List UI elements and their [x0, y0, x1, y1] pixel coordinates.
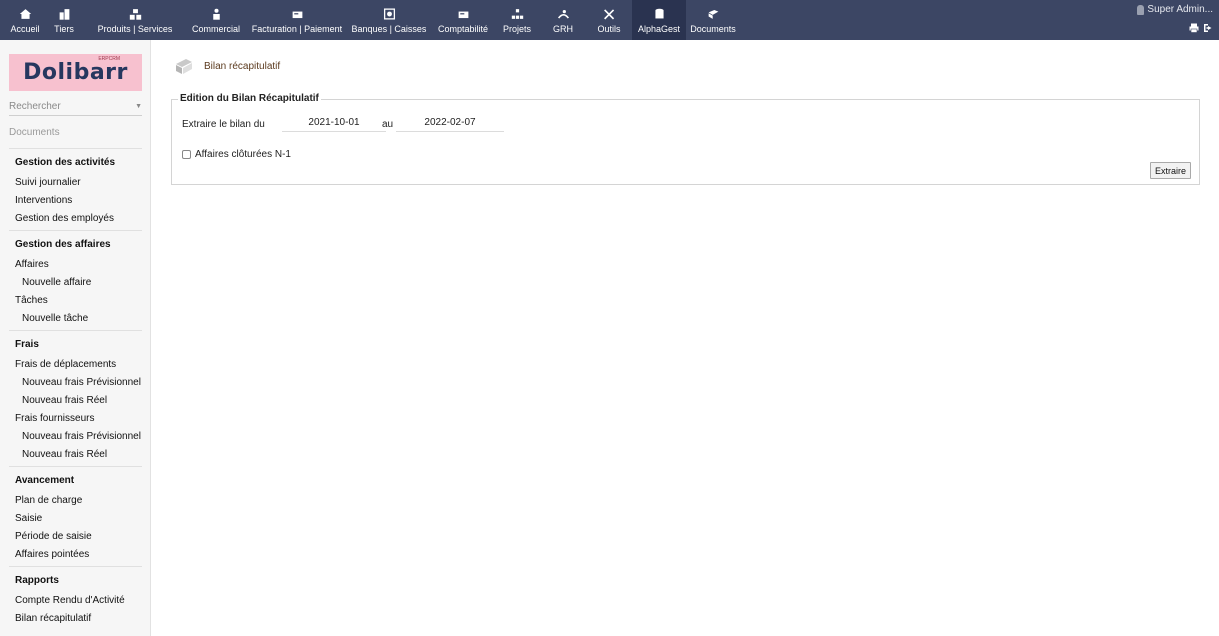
- menu-label: Documents: [690, 24, 736, 34]
- print-icon[interactable]: [1189, 23, 1199, 36]
- user-avatar-icon: [1137, 4, 1145, 15]
- logout-icon[interactable]: [1203, 23, 1213, 36]
- closed-affairs-checkbox[interactable]: [182, 150, 191, 159]
- main-content: Bilan récapitulatif Edition du Bilan Réc…: [152, 40, 1219, 636]
- sidebar-link-frais-fournisseurs[interactable]: Frais fournisseurs: [15, 413, 94, 424]
- suitcase-person-icon: [208, 7, 224, 21]
- ledger-icon: [455, 7, 471, 21]
- menu-produits-services[interactable]: Produits | Services: [84, 0, 186, 40]
- menu-label: Facturation | Paiement: [251, 24, 343, 34]
- bilan-form: Edition du Bilan Récapitulatif Extraire …: [171, 93, 1200, 185]
- sidebar-link-nouvelle-affaire[interactable]: Nouvelle affaire: [22, 277, 91, 288]
- menu-grh[interactable]: GRH: [546, 0, 580, 40]
- bank-icon: [381, 7, 397, 21]
- menu-comptabilite[interactable]: Comptabilité: [434, 0, 492, 40]
- section-title-rapports: Rapports: [15, 575, 59, 586]
- date-to-input[interactable]: [396, 113, 504, 132]
- menu-documents[interactable]: Documents: [688, 0, 738, 40]
- divider: [9, 230, 142, 231]
- home-icon: [17, 7, 33, 21]
- section-title-activites: Gestion des activités: [15, 157, 116, 168]
- cubes-icon: [127, 7, 143, 21]
- search-placeholder: Rechercher: [9, 101, 61, 112]
- left-sidebar: Dolibarr ERPCRM Rechercher ▼ Documents G…: [0, 40, 151, 636]
- sidebar-link-compte-rendu[interactable]: Compte Rendu d'Activité: [15, 595, 125, 606]
- extract-button[interactable]: Extraire: [1149, 162, 1191, 179]
- sidebar-link-interventions[interactable]: Interventions: [15, 195, 72, 206]
- sidebar-link-plan-de-charge[interactable]: Plan de charge: [15, 495, 82, 506]
- divider: [9, 566, 142, 567]
- sidebar-link-nouveau-frais-previsionnel[interactable]: Nouveau frais Prévisionnel: [22, 431, 141, 442]
- chevron-down-icon: ▼: [135, 103, 142, 110]
- user-area: Super Admin...: [1137, 4, 1213, 36]
- sidebar-link-nouveau-frais-reel[interactable]: Nouveau frais Réel: [22, 395, 107, 406]
- sitemap-icon: [509, 7, 525, 21]
- menu-label: AlphaGest: [637, 24, 681, 34]
- section-title-frais: Frais: [15, 339, 39, 350]
- sidebar-link-saisie[interactable]: Saisie: [15, 513, 42, 524]
- menu-label: Accueil: [10, 24, 40, 34]
- menu-outils[interactable]: Outils: [592, 0, 626, 40]
- section-title-affaires: Gestion des affaires: [15, 239, 111, 250]
- form-legend: Edition du Bilan Récapitulatif: [178, 93, 321, 104]
- sidebar-link-periode-de-saisie[interactable]: Période de saisie: [15, 531, 92, 542]
- extract-label: Extraire le bilan du: [182, 119, 265, 130]
- top-menu-bar: Accueil Tiers Produits | Services Commer…: [0, 0, 1219, 40]
- closed-affairs-label: Affaires clôturées N-1: [195, 149, 291, 160]
- building-icon: [56, 7, 72, 21]
- menu-alphagest[interactable]: AlphaGest: [632, 0, 686, 40]
- menu-banques-caisses[interactable]: Banques | Caisses: [349, 0, 429, 40]
- section-title-avancement: Avancement: [15, 475, 75, 486]
- sidebar-link-taches[interactable]: Tâches: [15, 295, 48, 306]
- au-label: au: [382, 119, 394, 130]
- date-from-input[interactable]: [282, 113, 386, 132]
- menu-label: Outils: [597, 24, 621, 34]
- document-icon: [174, 56, 194, 76]
- menu-label: Produits | Services: [97, 24, 173, 34]
- sidebar-module-title: Documents: [9, 127, 60, 138]
- menu-commercial[interactable]: Commercial: [187, 0, 245, 40]
- menu-label: Banques | Caisses: [351, 24, 427, 34]
- divider: [9, 330, 142, 331]
- menu-label: Comptabilité: [437, 24, 489, 34]
- sidebar-link-nouvelle-tache[interactable]: Nouvelle tâche: [22, 313, 88, 324]
- menu-label: Commercial: [191, 24, 240, 34]
- closed-affairs-option[interactable]: Affaires clôturées N-1: [182, 149, 291, 160]
- menu-facturation-paiement[interactable]: Facturation | Paiement: [248, 0, 346, 40]
- people-icon: [555, 7, 571, 21]
- menu-label: GRH: [553, 24, 573, 34]
- sidebar-link-nouveau-frais-previsionnel[interactable]: Nouveau frais Prévisionnel: [22, 377, 141, 388]
- user-tools: [1137, 23, 1213, 36]
- sidebar-link-nouveau-frais-reel[interactable]: Nouveau frais Réel: [22, 449, 107, 460]
- sidebar-link-affaires-pointees[interactable]: Affaires pointées: [15, 549, 89, 560]
- tools-icon: [601, 7, 617, 21]
- divider: [9, 148, 142, 149]
- sidebar-link-suivi-journalier[interactable]: Suivi journalier: [15, 177, 81, 188]
- divider: [9, 466, 142, 467]
- logo-text: Dolibarr: [23, 60, 128, 85]
- database-icon: [651, 7, 667, 21]
- folder-icon: [705, 7, 721, 21]
- user-menu[interactable]: Super Admin...: [1137, 4, 1213, 15]
- search-select[interactable]: Rechercher ▼: [9, 98, 142, 116]
- menu-projets[interactable]: Projets: [498, 0, 536, 40]
- sidebar-link-gestion-employes[interactable]: Gestion des employés: [15, 213, 114, 224]
- user-name: Super Admin...: [1147, 4, 1213, 15]
- menu-label: Projets: [502, 24, 531, 34]
- sidebar-link-affaires[interactable]: Affaires: [15, 259, 49, 270]
- menu-tiers[interactable]: Tiers: [48, 0, 80, 40]
- invoice-icon: [289, 7, 305, 21]
- menu-accueil[interactable]: Accueil: [6, 0, 44, 40]
- menu-label: Tiers: [54, 24, 74, 34]
- page-title: Bilan récapitulatif: [204, 61, 281, 72]
- sidebar-link-frais-deplacements[interactable]: Frais de déplacements: [15, 359, 116, 370]
- logo-tagline: ERPCRM: [98, 56, 120, 62]
- dolibarr-logo[interactable]: Dolibarr ERPCRM: [9, 54, 142, 91]
- sidebar-link-bilan-recapitulatif[interactable]: Bilan récapitulatif: [15, 613, 91, 624]
